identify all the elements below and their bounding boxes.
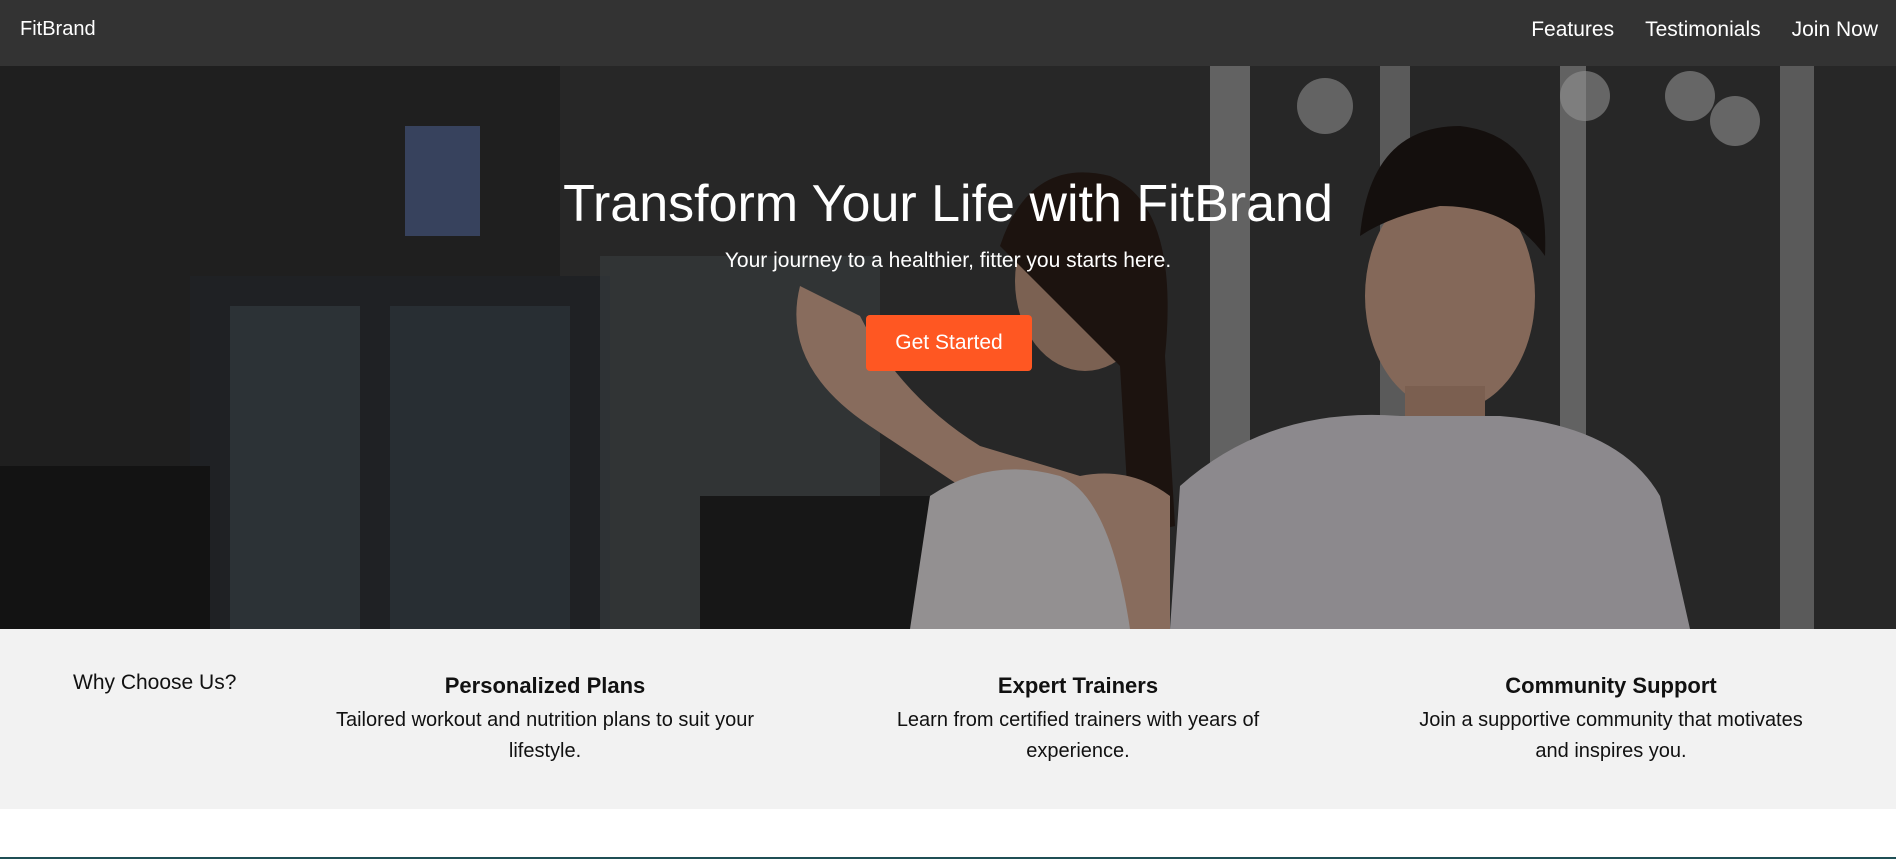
feature-description: Learn from certified trainers with years… — [896, 709, 1260, 762]
nav-link-join-now[interactable]: Join Now — [1792, 18, 1878, 42]
features-section: Why Choose Us? Personalized Plans Tailor… — [0, 629, 1896, 809]
hero-title: Transform Your Life with FitBrand — [563, 175, 1333, 233]
feature-description: Join a supportive community that motivat… — [1419, 709, 1803, 762]
nav-link-testimonials[interactable]: Testimonials — [1645, 18, 1761, 42]
features-heading: Why Choose Us? — [73, 671, 237, 694]
feature-description: Tailored workout and nutrition plans to … — [335, 709, 754, 762]
feature-card-community-support: Community Support Join a supportive comm… — [1401, 673, 1821, 767]
feature-title: Expert Trainers — [997, 673, 1159, 698]
top-navbar: FitBrand Features Testimonials Join Now — [0, 0, 1896, 66]
feature-title: Community Support — [1505, 673, 1717, 698]
get-started-button[interactable]: Get Started — [866, 315, 1032, 371]
hero-section: Transform Your Life with FitBrand Your j… — [0, 66, 1896, 629]
feature-title: Personalized Plans — [444, 673, 646, 698]
brand-logo-link[interactable]: FitBrand — [20, 18, 96, 41]
nav-links: Features Testimonials Join Now — [1531, 18, 1878, 42]
feature-card-personalized-plans: Personalized Plans Tailored workout and … — [335, 673, 755, 767]
feature-card-expert-trainers: Expert Trainers Learn from certified tra… — [868, 673, 1288, 767]
hero-subtitle: Your journey to a healthier, fitter you … — [724, 249, 1172, 272]
nav-link-features[interactable]: Features — [1531, 18, 1614, 42]
